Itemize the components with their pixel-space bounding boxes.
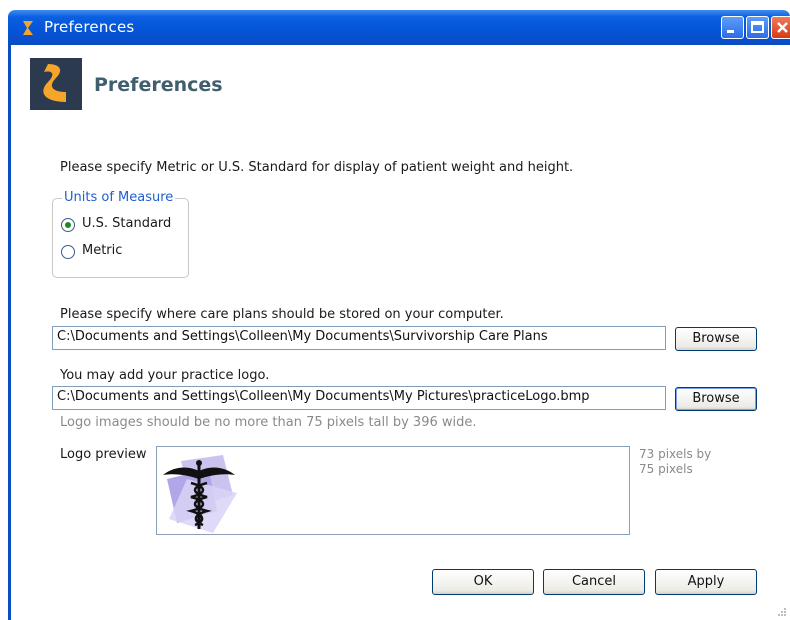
careplans-browse-button[interactable]: Browse (675, 327, 757, 351)
units-legend: Units of Measure (62, 190, 176, 205)
cancel-button[interactable]: Cancel (543, 569, 645, 595)
maximize-button[interactable] (746, 16, 769, 39)
window-title: Preferences (44, 18, 135, 36)
radio-metric-label[interactable]: Metric (82, 243, 122, 258)
caduceus-logo-image (163, 455, 237, 533)
units-instruction: Please specify Metric or U.S. Standard f… (60, 160, 574, 175)
maximize-icon (751, 21, 764, 33)
radio-us-standard[interactable] (61, 218, 75, 232)
ok-button[interactable]: OK (432, 569, 534, 595)
logo-preview-box (156, 446, 630, 535)
radio-us-standard-label[interactable]: U.S. Standard (82, 216, 171, 231)
minimize-button[interactable] (721, 16, 744, 39)
logo-path-field[interactable]: C:\Documents and Settings\Colleen\My Doc… (52, 386, 666, 410)
radio-metric[interactable] (61, 245, 75, 259)
logo-browse-button[interactable]: Browse (675, 387, 757, 411)
apply-button[interactable]: Apply (655, 569, 757, 595)
page-title: Preferences (94, 74, 223, 96)
app-icon (23, 21, 33, 35)
careplans-path-field[interactable]: C:\Documents and Settings\Colleen\My Doc… (52, 326, 666, 350)
logo-hint: Logo images should be no more than 75 pi… (60, 415, 477, 430)
resize-grip-icon[interactable] (775, 605, 787, 617)
close-button[interactable] (771, 16, 790, 39)
logo-instruction: You may add your practice logo. (60, 368, 270, 383)
title-bar[interactable]: Preferences (8, 10, 790, 45)
units-groupbox (52, 198, 189, 278)
careplans-instruction: Please specify where care plans should b… (60, 307, 504, 322)
logo-preview-label: Logo preview (60, 447, 147, 462)
minimize-icon (727, 30, 734, 33)
close-icon (777, 22, 788, 33)
preferences-window: Preferences Preferences Please specify M… (0, 0, 790, 620)
app-logo (30, 58, 82, 110)
logo-size-note: 73 pixels by 75 pixels (639, 447, 712, 476)
